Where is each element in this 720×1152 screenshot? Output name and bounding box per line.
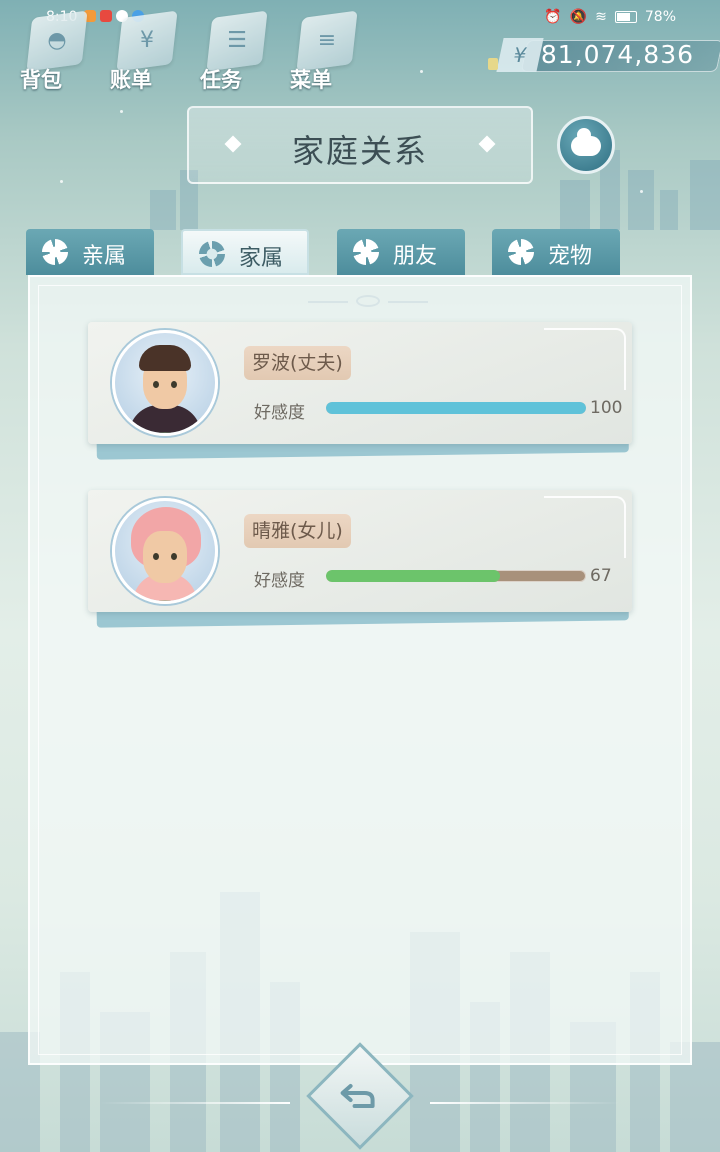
- affinity-label: 好感度: [254, 403, 305, 423]
- nav-task-label: 任务: [200, 68, 242, 92]
- nav-task-button[interactable]: ☰ 任务: [196, 10, 286, 92]
- money-value: 81,074,836: [540, 40, 694, 69]
- return-arrow-icon: [340, 1084, 375, 1108]
- leaf-wreath-icon: [145, 597, 215, 601]
- flower-icon: [42, 239, 68, 265]
- sparkle: [120, 110, 123, 113]
- sparkle: [60, 180, 63, 183]
- top-nav: ◓ 背包 ¥ 账单 ☰ 任务 ≡ 菜单: [16, 10, 376, 92]
- nav-bag-label: 背包: [20, 68, 62, 92]
- affinity-value: 100: [590, 398, 623, 418]
- page-title: 家庭关系: [291, 132, 428, 170]
- task-list-icon: ☰: [227, 28, 247, 53]
- yen-bill-icon: ¥: [140, 28, 154, 53]
- family-cloud-icon: [571, 128, 601, 156]
- tab-label: 朋友: [393, 244, 438, 269]
- nav-bill-label: 账单: [110, 68, 152, 92]
- member-name: 罗波(丈夫): [244, 346, 351, 380]
- mute-icon: 🔕: [569, 9, 588, 25]
- alarm-icon: ⏰: [544, 9, 562, 25]
- affinity-bar-fill: [326, 402, 586, 414]
- member-card-daughter[interactable]: 晴雅(女儿) 好感度 67: [88, 490, 632, 628]
- member-name: 晴雅(女儿): [244, 514, 351, 548]
- sparkle: [640, 190, 643, 193]
- affinity-bar-fill: [326, 570, 501, 582]
- tab-family[interactable]: 家属: [181, 229, 309, 275]
- nav-bill-button[interactable]: ¥ 账单: [106, 10, 196, 92]
- divider-line: [100, 1102, 290, 1104]
- affinity-label: 好感度: [254, 571, 305, 591]
- avatar-daughter: [112, 498, 218, 604]
- bag-icon: ◓: [47, 28, 67, 53]
- page-title-box: 家庭关系: [187, 106, 533, 184]
- affinity-value: 67: [590, 566, 612, 586]
- sparkle: [420, 70, 423, 73]
- coin-icon: [488, 58, 498, 70]
- divider-line: [430, 1102, 620, 1104]
- tab-friends[interactable]: 朋友: [337, 229, 465, 275]
- flower-icon: [353, 239, 379, 265]
- member-card-husband[interactable]: 罗波(丈夫) 好感度 100: [88, 322, 632, 460]
- avatar-husband: [112, 330, 218, 436]
- flower-icon: [199, 241, 225, 267]
- family-tree-button[interactable]: [557, 116, 615, 174]
- battery-level: 78%: [644, 9, 676, 25]
- affinity-bar: [326, 570, 586, 582]
- nav-menu-label: 菜单: [290, 68, 332, 92]
- ornament-icon: [308, 295, 428, 309]
- flower-icon: [508, 239, 534, 265]
- tab-label: 家属: [239, 246, 284, 271]
- tab-pets[interactable]: 宠物: [492, 229, 620, 275]
- leaf-wreath-icon: [145, 429, 215, 433]
- wifi-icon: ≋: [595, 9, 607, 25]
- nav-bag-button[interactable]: ◓ 背包: [16, 10, 106, 92]
- tab-label: 亲属: [82, 244, 127, 269]
- menu-icon: ≡: [317, 28, 337, 53]
- tab-relatives[interactable]: 亲属: [26, 229, 154, 275]
- nav-menu-button[interactable]: ≡ 菜单: [286, 10, 376, 92]
- tab-label: 宠物: [548, 244, 593, 269]
- yen-icon: ¥: [496, 38, 544, 72]
- money-display: ¥ 81,074,836: [488, 38, 720, 74]
- battery-icon: [614, 11, 637, 23]
- affinity-bar: [326, 402, 586, 414]
